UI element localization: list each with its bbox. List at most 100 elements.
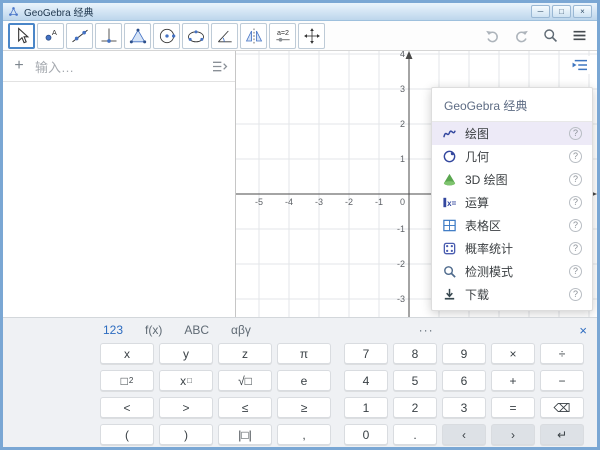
keyboard-more-button[interactable]: ··· bbox=[419, 323, 434, 337]
svg-text:-4: -4 bbox=[285, 197, 293, 207]
redo-icon[interactable] bbox=[512, 27, 530, 45]
key-less-than[interactable]: < bbox=[100, 397, 154, 418]
svg-text:2: 2 bbox=[400, 119, 405, 129]
key-4[interactable]: 4 bbox=[344, 370, 388, 391]
menu-item-download[interactable]: 下载? bbox=[432, 283, 592, 306]
tool-move[interactable] bbox=[8, 23, 35, 49]
tool-angle[interactable] bbox=[211, 23, 238, 49]
kb-tab-123[interactable]: 123 bbox=[103, 323, 123, 337]
key-3[interactable]: 3 bbox=[442, 397, 486, 418]
key-abs[interactable]: |□| bbox=[218, 424, 272, 445]
app-switcher-menu: GeoGebra 经典 绘图?几何?3D 绘图?x=运算?表格区?概率统计?检测… bbox=[431, 87, 593, 311]
tool-move-view[interactable] bbox=[298, 23, 325, 49]
keyboard-close-icon[interactable]: × bbox=[579, 323, 587, 338]
key-enter[interactable]: ↵ bbox=[540, 424, 584, 445]
tool-slider[interactable]: a=2 bbox=[269, 23, 296, 49]
help-badge[interactable]: ? bbox=[569, 127, 582, 140]
undo-icon[interactable] bbox=[483, 27, 501, 45]
exam-icon bbox=[442, 264, 457, 279]
tool-perpendicular[interactable] bbox=[95, 23, 122, 49]
maximize-button[interactable]: □ bbox=[552, 5, 571, 18]
key-geq[interactable]: ≥ bbox=[277, 397, 331, 418]
tool-polygon[interactable] bbox=[124, 23, 151, 49]
key-6[interactable]: 6 bbox=[442, 370, 486, 391]
key-pi[interactable]: π bbox=[277, 343, 331, 364]
tool-group: Aa=2 bbox=[8, 23, 327, 49]
key-cursor-right[interactable]: › bbox=[491, 424, 535, 445]
keyboard-right-group: 789×÷ 456+− 123=⌫ 0.‹›↵ bbox=[344, 343, 584, 445]
tool-reflect[interactable] bbox=[240, 23, 267, 49]
key-square[interactable]: □2 bbox=[100, 370, 154, 391]
menu-item-3d[interactable]: 3D 绘图? bbox=[432, 168, 592, 191]
svg-text:3: 3 bbox=[400, 84, 405, 94]
key-8[interactable]: 8 bbox=[393, 343, 437, 364]
key-paren-open[interactable]: ( bbox=[100, 424, 154, 445]
key-leq[interactable]: ≤ bbox=[218, 397, 272, 418]
help-badge[interactable]: ? bbox=[569, 196, 582, 209]
key-plus[interactable]: + bbox=[491, 370, 535, 391]
menu-item-label: 运算 bbox=[465, 194, 561, 211]
key-backspace[interactable]: ⌫ bbox=[540, 397, 584, 418]
key-sqrt[interactable]: √□ bbox=[218, 370, 272, 391]
tool-line[interactable] bbox=[66, 23, 93, 49]
key-divide[interactable]: ÷ bbox=[540, 343, 584, 364]
key-comma[interactable]: , bbox=[277, 424, 331, 445]
window-controls: ─ □ × bbox=[531, 5, 592, 18]
close-button[interactable]: × bbox=[573, 5, 592, 18]
key-2[interactable]: 2 bbox=[393, 397, 437, 418]
key-z[interactable]: z bbox=[218, 343, 272, 364]
tool-point[interactable]: A bbox=[37, 23, 64, 49]
help-badge[interactable]: ? bbox=[569, 150, 582, 163]
help-badge[interactable]: ? bbox=[569, 265, 582, 278]
svg-text:-2: -2 bbox=[345, 197, 353, 207]
svg-text:A: A bbox=[51, 28, 56, 37]
key-5[interactable]: 5 bbox=[393, 370, 437, 391]
menu-item-cas[interactable]: x= 运算? bbox=[432, 191, 592, 214]
minimize-button[interactable]: ─ bbox=[531, 5, 550, 18]
kb-tab-ABC[interactable]: ABC bbox=[184, 323, 209, 337]
menu-icon[interactable] bbox=[570, 27, 588, 45]
graphing-icon bbox=[442, 126, 457, 141]
menu-item-spreadsheet[interactable]: 表格区? bbox=[432, 214, 592, 237]
key-multiply[interactable]: × bbox=[491, 343, 535, 364]
input-help-icon[interactable] bbox=[211, 60, 228, 73]
svg-text:x=: x= bbox=[447, 199, 456, 208]
key-greater-than[interactable]: > bbox=[159, 397, 213, 418]
key-equals[interactable]: = bbox=[491, 397, 535, 418]
menu-item-geometry[interactable]: 几何? bbox=[432, 145, 592, 168]
key-y[interactable]: y bbox=[159, 343, 213, 364]
svg-text:4: 4 bbox=[400, 51, 405, 59]
key-minus[interactable]: − bbox=[540, 370, 584, 391]
menu-item-probability[interactable]: 概率统计? bbox=[432, 237, 592, 260]
key-paren-close[interactable]: ) bbox=[159, 424, 213, 445]
key-decimal-point[interactable]: . bbox=[393, 424, 437, 445]
search-icon[interactable] bbox=[541, 27, 559, 45]
algebra-input[interactable]: 输入… bbox=[35, 57, 204, 76]
menu-item-label: 3D 绘图 bbox=[465, 171, 561, 188]
geometry-icon bbox=[442, 149, 457, 164]
help-badge[interactable]: ? bbox=[569, 242, 582, 255]
svg-text:-2: -2 bbox=[397, 259, 405, 269]
algebra-input-row[interactable]: + 输入… bbox=[3, 51, 235, 82]
kb-tab-αβγ[interactable]: αβγ bbox=[231, 323, 251, 337]
menu-item-label: 检测模式 bbox=[465, 263, 561, 280]
menu-item-graphing[interactable]: 绘图? bbox=[432, 122, 592, 145]
help-badge[interactable]: ? bbox=[569, 219, 582, 232]
key-cursor-left[interactable]: ‹ bbox=[442, 424, 486, 445]
key-9[interactable]: 9 bbox=[442, 343, 486, 364]
menu-item-exam[interactable]: 检测模式? bbox=[432, 260, 592, 283]
graphics-view: -5-4-3-2-14321-1-2-30 GeoGebra 经典 绘图?几何?… bbox=[236, 51, 597, 317]
tool-conic[interactable] bbox=[182, 23, 209, 49]
tool-circle[interactable] bbox=[153, 23, 180, 49]
help-badge[interactable]: ? bbox=[569, 173, 582, 186]
key-1[interactable]: 1 bbox=[344, 397, 388, 418]
kb-tab-f(x)[interactable]: f(x) bbox=[145, 323, 162, 337]
help-badge[interactable]: ? bbox=[569, 288, 582, 301]
key-7[interactable]: 7 bbox=[344, 343, 388, 364]
add-input-button[interactable]: + bbox=[10, 57, 28, 75]
key-x[interactable]: x bbox=[100, 343, 154, 364]
stylebar-toggle-icon[interactable] bbox=[569, 56, 591, 74]
key-e[interactable]: e bbox=[277, 370, 331, 391]
key-0[interactable]: 0 bbox=[344, 424, 388, 445]
key-power[interactable]: x□ bbox=[159, 370, 213, 391]
